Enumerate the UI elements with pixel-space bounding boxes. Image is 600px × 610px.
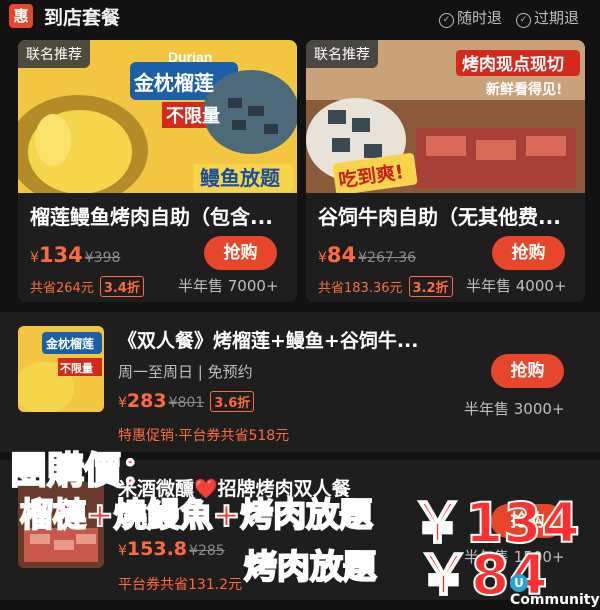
section-header: 惠 到店套餐 ✓ 随时退 ✓ 过期退 — [0, 0, 600, 36]
section-title: 到店套餐 — [44, 7, 121, 29]
community-watermark: UCommunity — [510, 574, 600, 608]
check-circle-icon: ✓ — [516, 13, 531, 28]
thumb-headline-text: 金枕榴莲 — [45, 336, 94, 351]
buy-button[interactable]: 抢购 — [492, 236, 565, 270]
thumb-subheadline-text: 不限量 — [60, 361, 93, 375]
sales-count: 半年售 7000+ — [178, 277, 279, 295]
deal-title: 谷饲牛肉自助（无其他费... — [318, 205, 561, 229]
image-headline-text: 烤肉现点现切 — [462, 54, 564, 75]
deal-price: ¥153.8 ¥285 — [118, 538, 225, 560]
refund-anytime-policy: ✓ 随时退 — [439, 7, 502, 28]
image-brand-text: Durian — [168, 49, 212, 65]
deal-image: 烤肉现点现切 新鲜看得见! 吃到爽! 联名推荐 — [306, 40, 585, 193]
savings-info: 平台券共省131.2元 — [118, 577, 243, 593]
u-logo-icon: U — [510, 574, 528, 592]
deal-availability: 周一至周日 | 免预约 — [118, 363, 253, 381]
discount-badge-icon: 惠 — [9, 4, 33, 28]
overlay-deal-1-label: 榴槤+燒鰻魚+烤肉放題 — [19, 494, 373, 535]
savings-info: 共省264元 3.4折 — [30, 276, 144, 297]
image-subheadline-text: 新鲜看得见! — [486, 81, 562, 98]
deal-thumbnail: 金枕榴莲 不限量 — [18, 326, 104, 412]
original-price: ¥801 — [168, 395, 205, 411]
co-brand-tag: 联名推荐 — [306, 40, 378, 68]
original-price: ¥267.36 — [358, 250, 417, 266]
original-price: ¥398 — [84, 250, 121, 266]
image-tagline-text: 鳗鱼放题 — [200, 166, 281, 190]
check-circle-icon: ✓ — [439, 13, 454, 28]
overlay-deal-2-label: 烤肉放題 — [243, 546, 377, 587]
sales-count: 半年售 3000+ — [464, 400, 565, 418]
deal-price: ¥84 ¥267.36 — [318, 243, 417, 267]
deal-price: ¥283 ¥801 3.6折 — [118, 390, 255, 412]
discount-badge: 3.4折 — [99, 276, 144, 297]
discount-badge: 3.2折 — [408, 276, 453, 297]
deal-list-item[interactable]: 金枕榴莲 不限量 《双人餐》烤榴莲+鳗鱼+谷饲牛... 周一至周日 | 免预约 … — [0, 312, 600, 452]
savings-info: 共省183.36元 3.2折 — [318, 276, 453, 297]
original-price: ¥285 — [189, 543, 225, 559]
overlay-group-buy-label: 團購價： — [9, 448, 159, 493]
image-headline-text: 金枕榴莲 — [133, 71, 214, 95]
buy-button[interactable]: 抢购 — [204, 236, 277, 270]
deal-card-durian-eel[interactable]: Durian 金枕榴莲 不限量 鳗鱼放题 联名推荐 榴莲鳗鱼烤肉自助（包含...… — [18, 40, 297, 302]
co-brand-tag: 联名推荐 — [18, 40, 90, 68]
deal-card-beef-buffet[interactable]: 烤肉现点现切 新鲜看得见! 吃到爽! 联名推荐 谷饲牛肉自助（无其他费... ¥… — [306, 40, 585, 302]
deal-title: 《双人餐》烤榴莲+鳗鱼+谷饲牛... — [118, 330, 419, 352]
image-subheadline-text: 不限量 — [166, 105, 220, 127]
discount-badge: 3.6折 — [210, 391, 255, 412]
deal-price: ¥134 ¥398 — [30, 243, 121, 267]
deal-title: 榴莲鳗鱼烤肉自助（包含... — [30, 205, 273, 229]
sales-count: 半年售 4000+ — [466, 277, 567, 295]
refund-expired-policy: ✓ 过期退 — [516, 7, 579, 28]
buy-button[interactable]: 抢购 — [491, 354, 564, 388]
deal-image: Durian 金枕榴莲 不限量 鳗鱼放题 联名推荐 — [18, 40, 297, 193]
